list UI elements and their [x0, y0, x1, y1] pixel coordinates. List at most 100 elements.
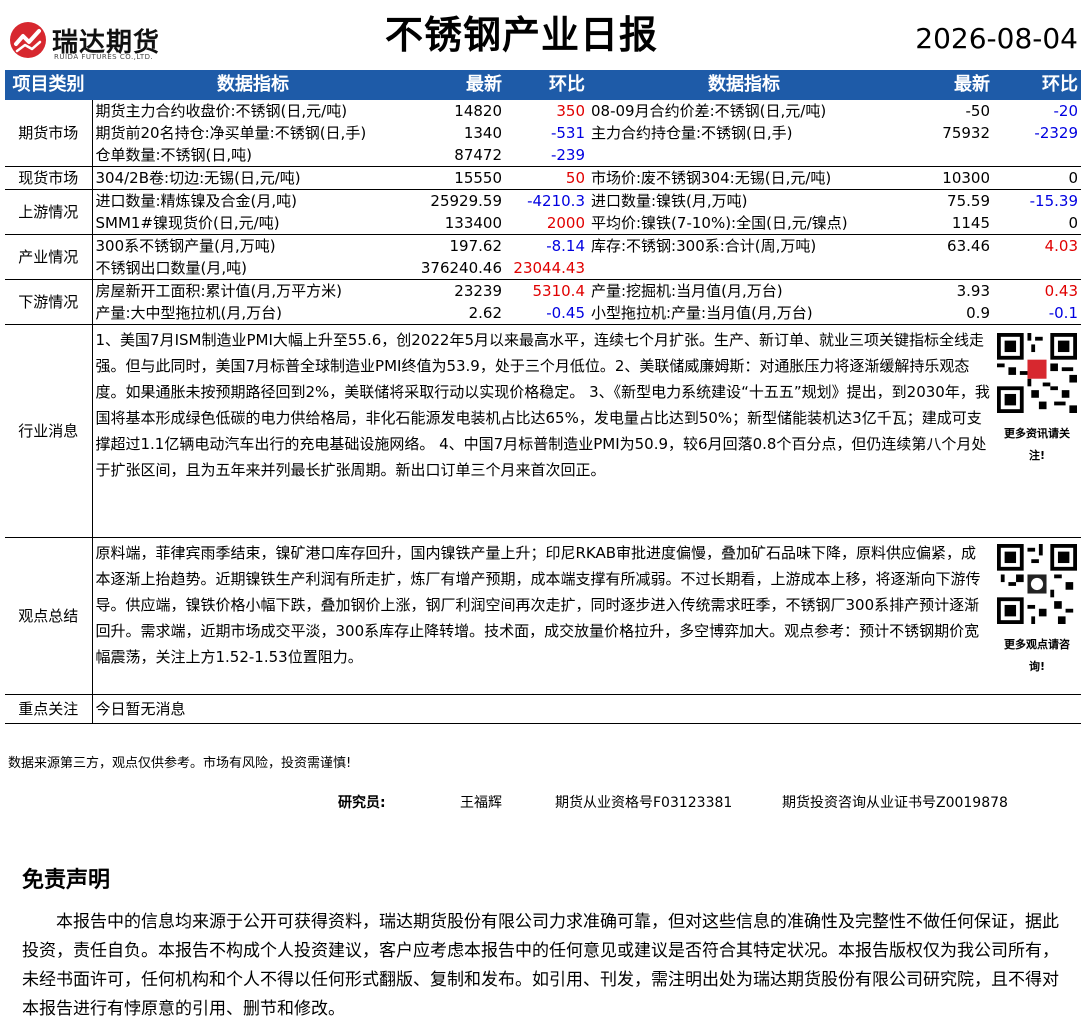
indicator-name: 仓单数量:不锈钢(日,吨): [92, 144, 414, 167]
indicator-value: 63.46: [947, 237, 990, 255]
news-qr-caption: 更多资讯请关注!: [1004, 427, 1070, 462]
table-row: 期货前20名持仓:净买单量:不锈钢(日,手) 1340 -531 主力合约持仓量…: [5, 122, 1081, 144]
indicator-value: -50: [965, 102, 991, 120]
indicator-change: [993, 144, 1081, 167]
researcher-name: 王福辉: [460, 795, 502, 811]
indicator-name: 市场价:废不锈钢304:无锡(日,元/吨): [588, 166, 900, 190]
indicator-value: 87472: [414, 144, 505, 167]
data-source-note: 数据来源第三方，观点仅供参考。市场有风险，投资需谨慎!: [8, 756, 352, 771]
indicator-change: 4.03: [1044, 237, 1078, 255]
indicator-value: 15550: [414, 166, 505, 190]
indicator-change: 0.43: [1044, 282, 1078, 300]
researcher-label: 研究员:: [338, 795, 386, 811]
indicator-change: 2000: [505, 212, 588, 235]
indicator-change: -20: [1053, 102, 1079, 120]
indicator-change: -8.14: [546, 237, 585, 255]
researcher-license-consulting: 期货投资咨询从业证书号Z0019878: [782, 795, 1008, 811]
indicator-value: 75.59: [947, 192, 990, 210]
indicator-change: 23044.43: [505, 257, 588, 280]
focus-row: 重点关注 今日暂无消息: [5, 694, 1081, 724]
header-latest-right: 最新: [900, 70, 993, 100]
category-upstream: 上游情况: [5, 189, 93, 235]
indicator-value: 1340: [463, 124, 502, 142]
table-row: 下游情况 房屋新开工面积:累计值(月,万平方米) 23239 5310.4 产量…: [5, 279, 1081, 325]
indicator-value: 10300: [900, 166, 993, 190]
indicator-change: -0.1: [993, 302, 1081, 325]
indicator-value: 75932: [942, 124, 990, 142]
indicator-name: [588, 144, 900, 167]
indicator-change: -0.45: [505, 302, 588, 325]
indicator-value: 3.93: [956, 282, 990, 300]
category-focus: 重点关注: [5, 694, 93, 724]
view-qr-caption: 更多观点请咨询!: [1004, 638, 1070, 673]
indicator-change: 5310.4: [532, 282, 586, 300]
indicator-value: [900, 257, 993, 280]
category-downstream: 下游情况: [5, 279, 93, 325]
header-change-left: 环比: [505, 70, 588, 100]
indicator-name: 平均价:镍铁(7-10%):全国(日,元/镍点): [588, 212, 900, 235]
indicator-name: 小型拖拉机:产量:当月值(月,万台): [588, 302, 900, 325]
indicator-change: -4210.3: [527, 192, 585, 210]
table-row: SMM1#镍现货价(日,元/吨) 133400 2000 平均价:镍铁(7-10…: [5, 212, 1081, 235]
table-row: 产业情况 300系不锈钢产量(月,万吨) 197.62 -8.14 库存:不锈钢…: [5, 234, 1081, 280]
indicator-name: 产量:大中型拖拉机(月,万台): [92, 302, 414, 325]
disclaimer-body: 本报告中的信息均来源于公开可获得资料，瑞达期货股份有限公司力求准确可靠，但对这些…: [22, 912, 1059, 1019]
indicator-change: 350: [556, 102, 585, 120]
indicator-name: 库存:不锈钢:300系:合计(周,万吨): [591, 237, 817, 255]
data-table: 项目类别 数据指标 最新 环比 数据指标 最新 环比 期货市场 期货主力合约收盘…: [5, 70, 1081, 724]
focus-text: 今日暂无消息: [92, 694, 1081, 724]
table-row: 不锈钢出口数量(月,吨) 376240.46 23044.43: [5, 257, 1081, 280]
disclaimer-title: 免责声明: [22, 868, 111, 893]
table-row: 现货市场 304/2B卷:切边:无锡(日,元/吨) 15550 50 市场价:废…: [5, 166, 1081, 190]
indicator-name: 房屋新开工面积:累计值(月,万平方米): [95, 282, 343, 300]
view-qr-block: 更多观点请咨询!: [993, 537, 1081, 695]
indicator-value: 25929.59: [430, 192, 502, 210]
news-qr-block: 更多资讯请关注!: [993, 324, 1081, 538]
indicator-value: 14820: [454, 102, 502, 120]
researcher-license-futures: 期货从业资格号F03123381: [555, 795, 733, 811]
indicator-value: 133400: [414, 212, 505, 235]
category-view: 观点总结: [5, 537, 93, 695]
view-text: 原料端，菲律宾雨季结束，镍矿港口库存回升，国内镍铁产量上升；印尼RKAB审批进度…: [92, 537, 993, 695]
report-title: 不锈钢产业日报: [385, 13, 659, 57]
table-row: 期货市场 期货主力合约收盘价:不锈钢(日,元/吨) 14820 350 08-0…: [5, 100, 1081, 167]
table-row: 上游情况 进口数量:精炼镍及合金(月,吨) 25929.59 -4210.3 进…: [5, 189, 1081, 235]
indicator-name: 08-09月合约价差:不锈钢(日,元/吨): [591, 102, 827, 120]
indicator-name: 期货前20名持仓:净买单量:不锈钢(日,手): [95, 124, 367, 142]
indicator-change: [993, 257, 1081, 280]
news-row: 行业消息 1、美国7月ISM制造业PMI大幅上升至55.6，创2022年5月以来…: [5, 324, 1081, 538]
qr-code-icon: [997, 333, 1077, 413]
header-indicator-left: 数据指标: [92, 70, 414, 100]
header-latest-left: 最新: [414, 70, 505, 100]
indicator-value: 376240.46: [414, 257, 505, 280]
indicator-change: 0: [993, 212, 1081, 235]
indicator-name: 主力合约持仓量:不锈钢(日,手): [591, 124, 793, 142]
indicator-name: 期货主力合约收盘价:不锈钢(日,元/吨): [95, 102, 348, 120]
indicator-value: 197.62: [449, 237, 503, 255]
company-logo: 瑞达期货 RUIDA FUTURES CO.,LTD.: [8, 20, 183, 64]
indicator-value: 23239: [454, 282, 502, 300]
indicator-value: 2.62: [414, 302, 505, 325]
ruida-logo-icon: [10, 22, 46, 58]
indicator-change: -2329: [1034, 124, 1078, 142]
indicator-change: -531: [550, 124, 585, 142]
table-header-row: 项目类别 数据指标 最新 环比 数据指标 最新 环比: [5, 70, 1081, 100]
wechat-qr-code-icon: [997, 544, 1077, 624]
header-change-right: 环比: [993, 70, 1081, 100]
indicator-name: 进口数量:镍铁(月,万吨): [591, 192, 748, 210]
logo-english-name: RUIDA FUTURES CO.,LTD.: [54, 53, 154, 61]
category-news: 行业消息: [5, 324, 93, 538]
report-date: 2026-08-04: [915, 22, 1078, 55]
header-category: 项目类别: [5, 70, 92, 100]
category-spot: 现货市场: [5, 166, 93, 190]
indicator-name: SMM1#镍现货价(日,元/吨): [92, 212, 414, 235]
table-row: 仓单数量:不锈钢(日,吨) 87472 -239: [5, 144, 1081, 167]
view-row: 观点总结 原料端，菲律宾雨季结束，镍矿港口库存回升，国内镍铁产量上升；印尼RKA…: [5, 537, 1081, 695]
indicator-name: 不锈钢出口数量(月,吨): [92, 257, 414, 280]
indicator-value: [900, 144, 993, 167]
category-futures: 期货市场: [5, 100, 93, 167]
news-text: 1、美国7月ISM制造业PMI大幅上升至55.6，创2022年5月以来最高水平，…: [92, 324, 993, 538]
indicator-value: 0.9: [900, 302, 993, 325]
indicator-name: [588, 257, 900, 280]
indicator-change: 50: [505, 166, 588, 190]
